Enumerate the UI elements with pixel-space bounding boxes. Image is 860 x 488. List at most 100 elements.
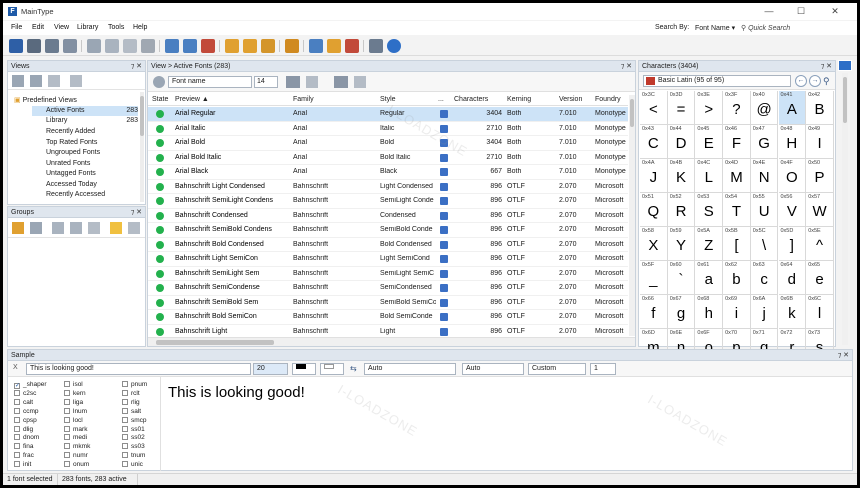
character-cell[interactable]: 0x4A J [640, 159, 668, 193]
activate-permanent-icon[interactable] [183, 39, 197, 53]
deactivate-group-icon[interactable] [88, 222, 100, 234]
font-row[interactable]: Arial Regular Arial Regular 3404 Both 7.010 Mo… [148, 107, 628, 122]
feature-checkbox-dnom[interactable]: dnom [14, 434, 39, 442]
sample-size-select[interactable]: 20 [253, 363, 288, 375]
checkbox-icon[interactable] [122, 398, 128, 405]
feature-checkbox-shaper[interactable]: ✓ _shaper [14, 381, 47, 389]
font-list-vscroll-thumb[interactable] [630, 99, 634, 127]
feature-checkbox-rclt[interactable]: rclt [122, 389, 140, 398]
font-row[interactable]: Arial Italic Arial Italic 2710 Both 7.010 Mono… [148, 122, 628, 136]
character-cell[interactable]: 0x4F O [778, 159, 807, 193]
character-cell[interactable]: 0x4E N [750, 159, 779, 193]
activate-icon[interactable] [165, 39, 179, 53]
font-row[interactable]: Bahnschrift Light SemiCon Bahnschrift Ligh… [148, 252, 628, 267]
font-list-pin-close[interactable]: ⁊ ✕ [621, 61, 632, 72]
font-active-indicator[interactable] [156, 211, 164, 220]
tree-top-rated[interactable]: Top Rated Fonts [32, 138, 138, 148]
sample-spin-input[interactable]: 1 [590, 363, 616, 375]
import-icon[interactable] [261, 39, 275, 53]
feature-checkbox-calt[interactable]: calt [14, 398, 33, 407]
sort-desc-icon[interactable] [354, 76, 366, 88]
range-forward-button[interactable]: → [809, 75, 821, 87]
copy-icon[interactable] [105, 39, 119, 53]
character-cell[interactable]: 0x6C l [806, 295, 834, 329]
feature-checkbox-cpsp[interactable]: cpsp [14, 416, 37, 425]
quick-search-input[interactable]: ⚲ Quick Search [741, 24, 851, 34]
characters-vscroll[interactable] [842, 73, 848, 345]
layout-icon[interactable] [369, 39, 383, 53]
character-cell[interactable]: 0x45 E [695, 125, 724, 159]
col-version[interactable]: Version [559, 96, 582, 103]
feature-checkbox-kern[interactable]: kern [64, 389, 86, 398]
font-info-icon[interactable] [309, 39, 323, 53]
activate-group-icon[interactable] [52, 222, 64, 234]
maximize-button[interactable]: ☐ [789, 5, 813, 18]
character-cell[interactable]: 0x50 P [806, 159, 834, 193]
font-active-indicator[interactable] [156, 327, 164, 336]
font-row[interactable]: Bahnschrift Light Condensed Bahnschrift Li… [148, 180, 628, 194]
checkbox-icon[interactable] [14, 452, 20, 459]
character-cell[interactable]: 0x47 G [750, 125, 779, 159]
deactivate-icon[interactable] [201, 39, 215, 53]
character-cell[interactable]: 0x41 A [778, 91, 807, 125]
font-active-indicator[interactable] [156, 110, 164, 118]
columns-icon[interactable] [286, 76, 300, 88]
character-cell[interactable]: 0x43 C [640, 125, 668, 159]
characters-panel-pin-close[interactable]: ⁊ ✕ [821, 61, 832, 72]
checkbox-icon[interactable] [122, 452, 128, 459]
sort-icon[interactable] [306, 76, 318, 88]
font-row[interactable]: Bahnschrift Bold Condensed Bahnschrift Bol… [148, 238, 628, 252]
menu-help[interactable]: Help [133, 24, 147, 31]
tree-unrated[interactable]: Unrated Fonts [32, 159, 138, 169]
character-cell[interactable]: 0x63 c [750, 261, 779, 295]
character-cell[interactable]: 0x66 f [640, 295, 668, 329]
character-cell[interactable]: 0x6B k [778, 295, 807, 329]
font-active-indicator[interactable] [156, 284, 164, 292]
character-cell[interactable]: 0x4C L [695, 159, 724, 193]
background-color-select[interactable] [320, 363, 344, 375]
print-icon[interactable] [27, 39, 41, 53]
sample-script-select[interactable]: Auto [462, 363, 524, 375]
character-cell[interactable]: 0x52 R [667, 193, 696, 227]
character-cell[interactable]: 0x53 S [695, 193, 724, 227]
font-active-indicator[interactable] [156, 313, 164, 321]
checkbox-icon[interactable] [64, 381, 70, 387]
feature-checkbox-ss02[interactable]: ss02 [122, 434, 145, 442]
checkbox-icon[interactable] [14, 425, 20, 432]
font-row[interactable]: Bahnschrift SemiBold Condens Bahnschrift S… [148, 223, 628, 238]
font-row[interactable]: Bahnschrift Bold SemiCon Bahnschrift Bold … [148, 310, 628, 325]
close-button[interactable]: ✕ [823, 5, 847, 18]
font-active-indicator[interactable] [156, 298, 164, 307]
feature-checkbox-locl[interactable]: locl [64, 416, 83, 425]
character-cell[interactable]: 0x61 a [695, 261, 724, 295]
preview-font-name-select[interactable]: Font name [168, 76, 252, 88]
add-folder-icon[interactable] [243, 39, 257, 53]
font-row[interactable]: Bahnschrift SemiLight Condens Bahnschrift… [148, 194, 628, 209]
new-view-icon[interactable] [12, 75, 24, 87]
col-kerning[interactable]: Kerning [507, 96, 531, 103]
menu-library[interactable]: Library [77, 24, 98, 31]
font-active-indicator[interactable] [156, 124, 164, 133]
character-cell[interactable]: 0x67 g [667, 295, 696, 329]
feature-checkbox-pnum[interactable]: pnum [122, 381, 147, 389]
feature-checkbox-numr[interactable]: numr [64, 452, 88, 460]
package-icon[interactable] [285, 39, 299, 53]
feature-checkbox-unic[interactable]: unic [122, 461, 143, 469]
col-preview[interactable]: Preview ▲ [175, 96, 209, 103]
feature-checkbox-mkmk[interactable]: mkmk [64, 443, 90, 451]
tree-accessed-today[interactable]: Accessed Today [32, 180, 138, 190]
character-cell[interactable]: 0x62 b [723, 261, 751, 295]
character-cell[interactable]: 0x5D] [778, 227, 807, 261]
edit-view-icon[interactable] [30, 75, 42, 87]
tree-ungrouped[interactable]: Ungrouped Fonts [32, 148, 138, 158]
checkbox-icon[interactable] [64, 407, 70, 414]
sample-text-input[interactable]: This is looking good! [26, 363, 251, 375]
character-cell[interactable]: 0x4D M [723, 159, 751, 193]
print-preview-icon[interactable] [45, 39, 59, 53]
checkbox-icon[interactable] [122, 407, 128, 414]
checkbox-icon[interactable] [122, 425, 128, 432]
paste-icon[interactable] [123, 39, 137, 53]
font-active-indicator[interactable] [156, 240, 164, 249]
checkbox-icon[interactable] [122, 416, 128, 423]
activate-group-perm-icon[interactable] [70, 222, 82, 234]
